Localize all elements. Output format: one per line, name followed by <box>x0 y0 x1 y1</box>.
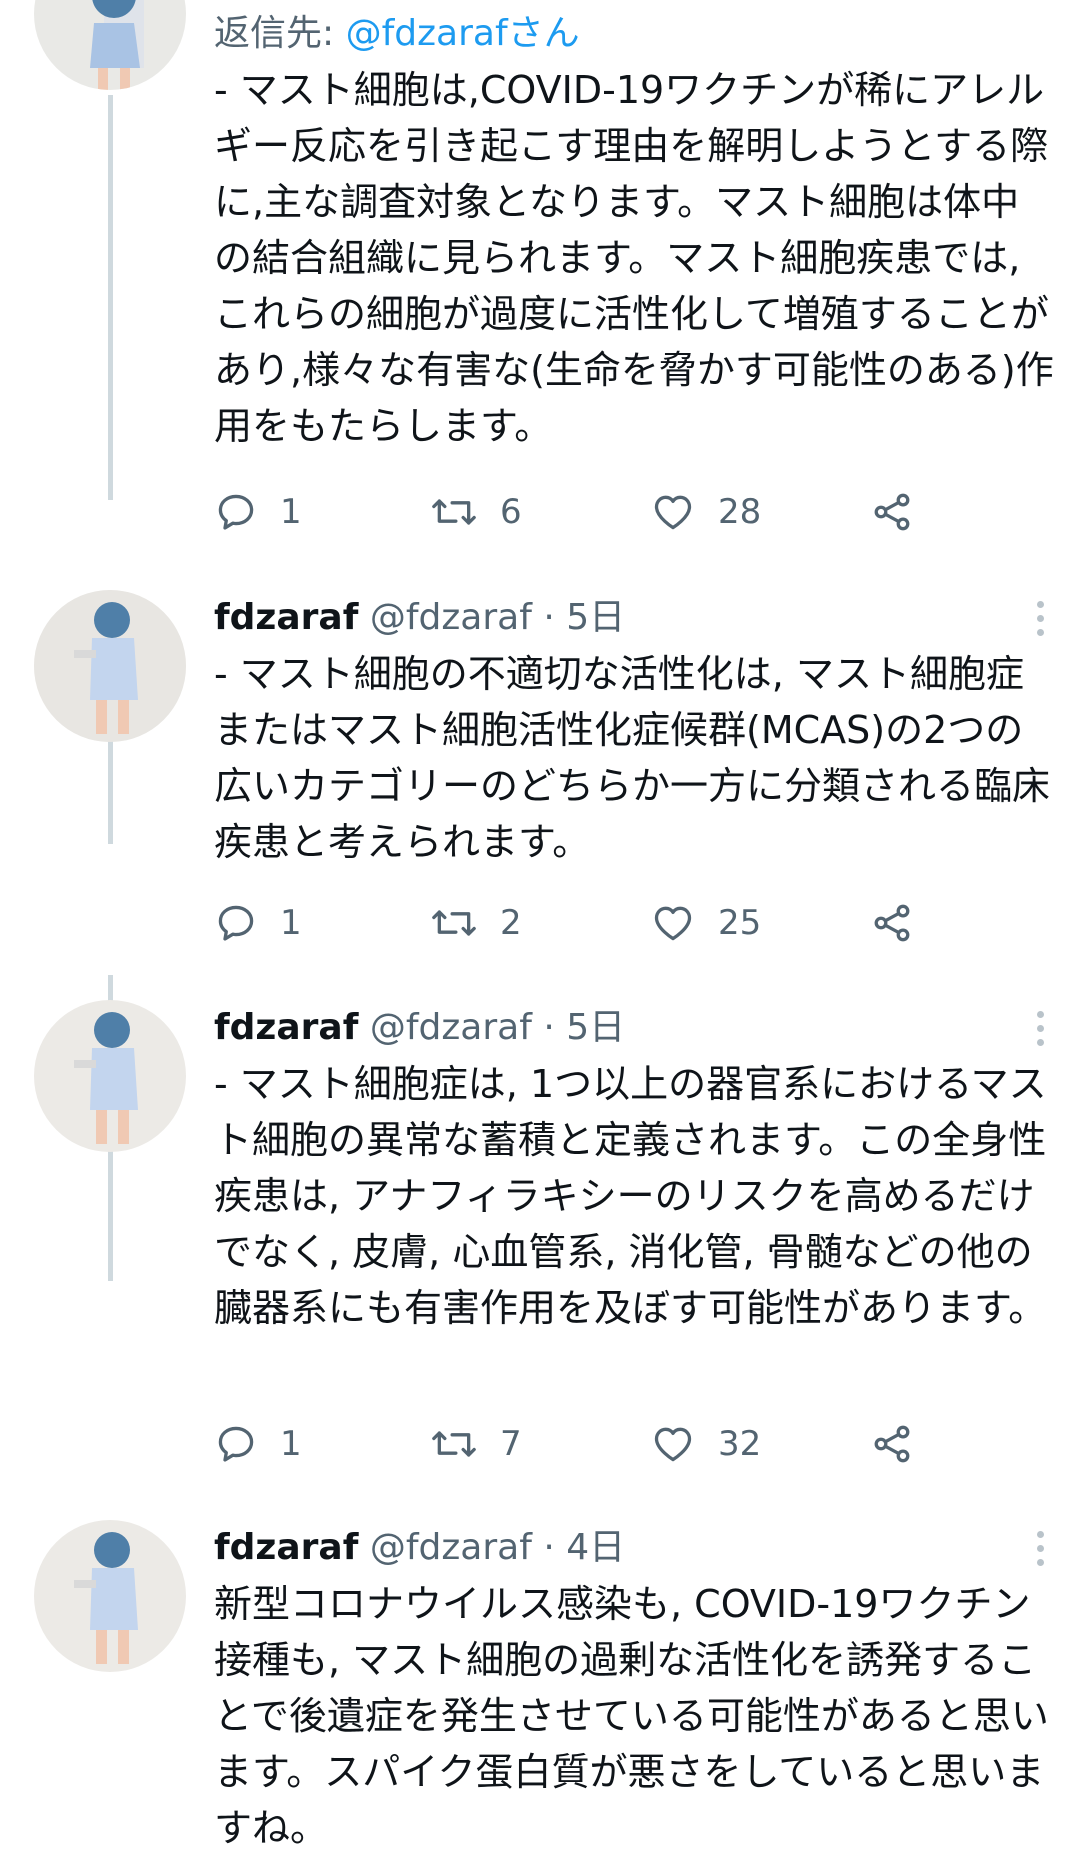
retweet-count: 7 <box>500 1424 522 1464</box>
user-handle[interactable]: @fdzaraf <box>370 597 532 638</box>
avatar[interactable] <box>34 1000 186 1152</box>
retweet-button[interactable]: 2 <box>430 893 522 953</box>
reply-icon <box>214 901 258 945</box>
avatar[interactable] <box>34 590 186 742</box>
display-name[interactable]: fdzaraf <box>214 597 358 638</box>
more-options-button[interactable] <box>1020 1520 1060 1576</box>
more-options-button[interactable] <box>1020 590 1060 646</box>
user-handle[interactable]: @fdzaraf <box>370 1527 532 1568</box>
reply-button[interactable]: 1 <box>214 893 302 953</box>
tweet-text: - マスト細胞の不適切な活性化は, マスト細胞症またはマスト細胞活性化症候群(M… <box>214 652 1051 864</box>
tweet-actions: 1 2 25 <box>214 893 1034 953</box>
retweet-icon <box>430 1422 478 1466</box>
more-options-button[interactable] <box>1020 1000 1060 1056</box>
avatar[interactable] <box>34 0 186 90</box>
heart-icon <box>650 901 696 945</box>
reply-button[interactable]: 1 <box>214 482 302 542</box>
separator-dot: · <box>543 1527 555 1568</box>
heart-icon <box>650 490 696 534</box>
share-button[interactable] <box>870 482 914 542</box>
retweet-count: 6 <box>500 492 522 532</box>
reply-context: 返信先: @fdzarafさん <box>214 6 1054 62</box>
reply-button[interactable]: 1 <box>214 1414 302 1474</box>
like-button[interactable]: 32 <box>650 1414 761 1474</box>
reply-icon <box>214 490 258 534</box>
tweet-actions: 1 6 28 <box>214 482 1034 542</box>
reply-count: 1 <box>280 1424 302 1464</box>
tweet-text: - マスト細胞症は, 1つ以上の器官系におけるマスト細胞の異常な蓄積と定義されま… <box>214 1062 1047 1330</box>
retweet-icon <box>430 490 478 534</box>
like-count: 32 <box>718 1424 762 1464</box>
retweet-icon <box>430 901 478 945</box>
tweet-text: - マスト細胞は,COVID-19ワクチンが稀にアレルギー反応を引き起こす理由を… <box>214 68 1054 448</box>
tweet-text: 新型コロナウイルス感染も, COVID-19ワクチン接種も, マスト細胞の過剰な… <box>214 1582 1049 1850</box>
like-count: 28 <box>718 492 762 532</box>
retweet-button[interactable]: 6 <box>430 482 522 542</box>
share-button[interactable] <box>870 1414 914 1474</box>
tweet-header: fdzaraf @fdzaraf · 4日 <box>214 1520 1054 1576</box>
display-name[interactable]: fdzaraf <box>214 1527 358 1568</box>
separator-dot: · <box>543 1007 555 1048</box>
more-vertical-icon <box>1036 1010 1044 1018</box>
reply-count: 1 <box>280 492 302 532</box>
display-name[interactable]: fdzaraf <box>214 1007 358 1048</box>
share-icon <box>870 1422 914 1466</box>
more-vertical-icon <box>1036 600 1044 608</box>
timestamp[interactable]: 4日 <box>566 1527 625 1568</box>
reply-icon <box>214 1422 258 1466</box>
user-handle[interactable]: @fdzaraf <box>370 1007 532 1048</box>
retweet-count: 2 <box>500 903 522 943</box>
retweet-button[interactable]: 7 <box>430 1414 522 1474</box>
avatar[interactable] <box>34 1520 186 1672</box>
like-button[interactable]: 28 <box>650 482 761 542</box>
thread-line <box>108 95 113 500</box>
heart-icon <box>650 1422 696 1466</box>
like-count: 25 <box>718 903 762 943</box>
separator-dot: · <box>543 597 555 638</box>
tweet-header: fdzaraf @fdzaraf · 5日 <box>214 1000 1054 1056</box>
share-button[interactable] <box>870 893 914 953</box>
reply-count: 1 <box>280 903 302 943</box>
like-button[interactable]: 25 <box>650 893 761 953</box>
more-vertical-icon <box>1036 1530 1044 1538</box>
reply-label: 返信先: <box>214 13 335 54</box>
reply-mention-link[interactable]: @fdzarafさん <box>346 13 580 54</box>
share-icon <box>870 490 914 534</box>
share-icon <box>870 901 914 945</box>
tweet-header: fdzaraf @fdzaraf · 5日 <box>214 590 1054 646</box>
timestamp[interactable]: 5日 <box>566 1007 625 1048</box>
tweet-actions: 1 7 32 <box>214 1414 1034 1474</box>
timestamp[interactable]: 5日 <box>566 597 625 638</box>
